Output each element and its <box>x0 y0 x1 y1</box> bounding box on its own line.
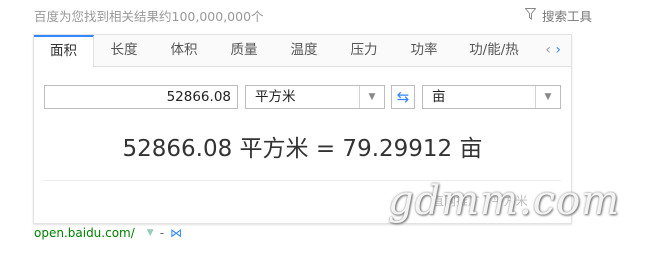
results-header: 百度为您找到相关结果约100,000,000个 搜索工具 <box>34 6 624 24</box>
tab-temperature[interactable]: 温度 <box>274 35 334 66</box>
funnel-icon <box>524 8 537 23</box>
from-unit-value: 平方米 <box>255 89 296 105</box>
tab-volume[interactable]: 体积 <box>154 35 214 66</box>
chevron-right-icon[interactable]: › <box>555 42 561 58</box>
tab-mass[interactable]: 质量 <box>214 35 274 66</box>
to-unit-value: 亩 <box>432 89 446 105</box>
tab-area[interactable]: 面积 <box>34 35 94 67</box>
search-tools-button[interactable]: 搜索工具 <box>524 6 592 25</box>
swap-arrows-icon: ⇆ <box>396 88 410 106</box>
caret-down-icon: ▼ <box>359 86 384 108</box>
tab-length[interactable]: 长度 <box>94 35 154 66</box>
chevron-left-icon[interactable]: ‹ <box>545 42 551 58</box>
tab-power[interactable]: 功率 <box>394 35 454 66</box>
caret-down-icon[interactable]: ▼ <box>147 228 154 238</box>
conversion-result: 52866.08 平方米 = 79.29912 亩 <box>122 136 483 162</box>
tab-work-energy-heat[interactable]: 功/能/热 <box>454 35 534 66</box>
bow-tie-icon[interactable]: ⋈ <box>170 226 182 240</box>
swap-units-button[interactable]: ⇆ <box>391 85 415 109</box>
source-link-row: open.baidu.com/ ▼ - ⋈ <box>34 226 182 240</box>
caret-down-icon: ▼ <box>535 86 560 108</box>
to-unit-select[interactable]: 亩 ▼ <box>422 85 561 109</box>
site-watermark: gdmm.com <box>388 178 621 224</box>
tab-scroll-arrows: ‹ › <box>545 35 561 66</box>
source-url[interactable]: open.baidu.com/ <box>34 226 135 240</box>
results-count: 百度为您找到相关结果约100,000,000个 <box>34 9 264 24</box>
unit-category-tabs: 面积 长度 体积 质量 温度 压力 功率 功/能/热 ‹ › <box>34 35 571 67</box>
from-unit-select[interactable]: 平方米 ▼ <box>245 85 385 109</box>
tab-pressure[interactable]: 压力 <box>334 35 394 66</box>
separator-dash: - <box>159 226 165 240</box>
search-tools-label: 搜索工具 <box>541 9 592 24</box>
value-input[interactable]: 52866.08 <box>44 85 238 109</box>
